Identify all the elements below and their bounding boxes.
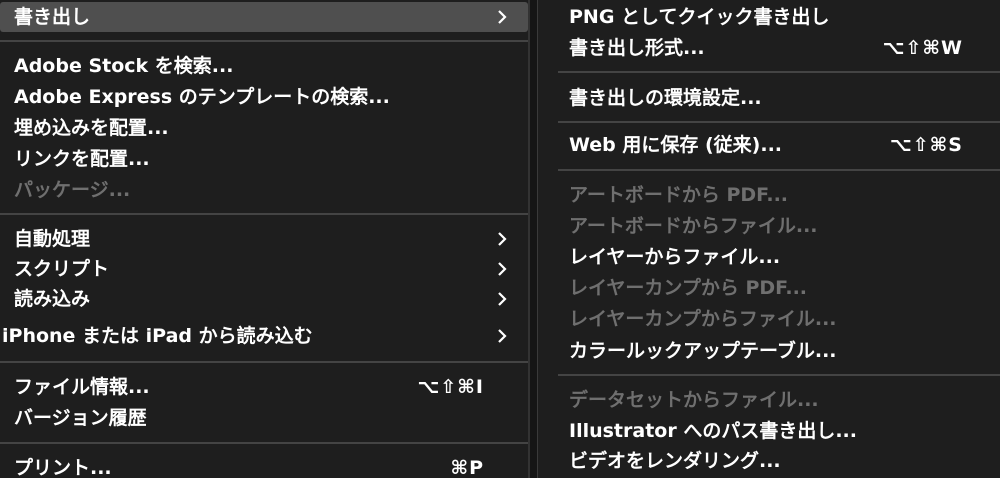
menu-item-label: Adobe Express のテンプレートの検索... [14, 86, 390, 108]
menu-item-place-embedded[interactable]: 埋め込みを配置... [0, 113, 528, 143]
submenu-item-artboards-to-files: アートボードからファイル... [538, 211, 1000, 241]
menu-item-import-from-iphone[interactable]: iPhone または iPad から読み込む [0, 321, 528, 351]
menu-separator [558, 71, 1000, 73]
keyboard-shortcut: ⌘P [450, 457, 484, 478]
menu-item-label: カラールックアップテーブル... [569, 340, 837, 362]
menu-item-label: Web 用に保存 (従来)... [569, 134, 783, 156]
submenu-item-quick-export-png[interactable]: PNG としてクイック書き出し [538, 2, 1000, 32]
menu-item-label: 書き出し [14, 6, 91, 28]
menu-item-automate[interactable]: 自動処理 [0, 224, 528, 254]
submenu-item-data-sets-to-files: データセットからファイル... [538, 385, 1000, 415]
chevron-right-icon [494, 2, 510, 32]
menu-item-label: 読み込み [14, 288, 91, 310]
menu-item-label: リンクを配置... [14, 148, 150, 170]
menu-item-label: ファイル情報... [14, 376, 150, 398]
keyboard-shortcut: ⌥⇧⌘I [417, 376, 484, 398]
submenu-item-save-for-web[interactable]: Web 用に保存 (従来)... ⌥⇧⌘S [538, 130, 1000, 160]
submenu-item-artboards-to-pdf: アートボードから PDF... [538, 180, 1000, 210]
export-submenu: PNG としてクイック書き出し 書き出し形式... ⌥⇧⌘W 書き出しの環境設定… [537, 0, 1000, 478]
menu-separator [558, 169, 1000, 171]
chevron-right-icon [494, 254, 510, 284]
menu-item-file-info[interactable]: ファイル情報... ⌥⇧⌘I [0, 372, 528, 402]
menu-item-label: iPhone または iPad から読み込む [2, 325, 313, 347]
keyboard-shortcut: ⌥⇧⌘W [882, 37, 963, 59]
menu-separator [558, 121, 1000, 123]
menu-item-import[interactable]: 読み込み [0, 284, 528, 314]
chevron-right-icon [494, 284, 510, 314]
keyboard-shortcut: ⌥⇧⌘S [889, 134, 963, 156]
menu-item-label: 埋め込みを配置... [14, 117, 169, 139]
menu-item-print[interactable]: プリント... ⌘P [0, 453, 528, 478]
menu-item-label: 自動処理 [14, 228, 91, 250]
submenu-item-render-video[interactable]: ビデオをレンダリング... [538, 446, 1000, 476]
submenu-item-color-lookup-tables[interactable]: カラールックアップテーブル... [538, 336, 1000, 366]
menu-item-label: 書き出し形式... [569, 37, 705, 59]
submenu-item-export-preferences[interactable]: 書き出しの環境設定... [538, 83, 1000, 113]
submenu-item-layers-to-files[interactable]: レイヤーからファイル... [538, 242, 1000, 272]
menu-item-label: データセットからファイル... [569, 389, 819, 411]
menu-item-adobe-express[interactable]: Adobe Express のテンプレートの検索... [0, 82, 528, 112]
menu-item-label: Illustrator へのパス書き出し... [569, 420, 857, 442]
menu-item-label: 書き出しの環境設定... [569, 87, 762, 109]
chevron-right-icon [494, 321, 510, 351]
menu-item-label: Adobe Stock を検索... [14, 55, 234, 77]
menu-item-label: アートボードから PDF... [569, 184, 789, 206]
submenu-item-layer-comps-to-files: レイヤーカンプからファイル... [538, 304, 1000, 334]
submenu-item-layer-comps-to-pdf: レイヤーカンプから PDF... [538, 273, 1000, 303]
menu-item-label: アートボードからファイル... [569, 215, 818, 237]
menu-separator [0, 442, 528, 444]
file-menu: 書き出し Adobe Stock を検索... Adobe Express のテ… [0, 0, 530, 478]
menu-item-label: レイヤーカンプから PDF... [569, 277, 808, 299]
chevron-right-icon [494, 224, 510, 254]
menu-item-label: バージョン履歴 [14, 407, 147, 429]
menu-item-version-history[interactable]: バージョン履歴 [0, 403, 528, 433]
menu-gap [530, 0, 537, 478]
menu-item-label: スクリプト [14, 258, 110, 280]
menu-separator [0, 361, 528, 363]
menu-item-place-linked[interactable]: リンクを配置... [0, 144, 528, 174]
menu-item-label: ビデオをレンダリング... [569, 450, 781, 472]
menu-item-label: パッケージ... [14, 179, 131, 201]
menu-item-label: プリント... [14, 457, 112, 478]
menu-item-scripts[interactable]: スクリプト [0, 254, 528, 284]
menu-item-package: パッケージ... [0, 175, 528, 205]
menu-separator [0, 213, 528, 215]
menu-separator [558, 374, 1000, 376]
menu-item-label: PNG としてクイック書き出し [569, 6, 830, 28]
submenu-item-paths-to-illustrator[interactable]: Illustrator へのパス書き出し... [538, 416, 1000, 446]
submenu-item-export-as[interactable]: 書き出し形式... ⌥⇧⌘W [538, 33, 1000, 63]
menu-item-label: レイヤーからファイル... [569, 246, 781, 268]
menu-item-adobe-stock[interactable]: Adobe Stock を検索... [0, 51, 528, 81]
menu-item-label: レイヤーカンプからファイル... [569, 308, 837, 330]
menu-separator [0, 40, 528, 42]
menu-item-export[interactable]: 書き出し [0, 2, 528, 32]
